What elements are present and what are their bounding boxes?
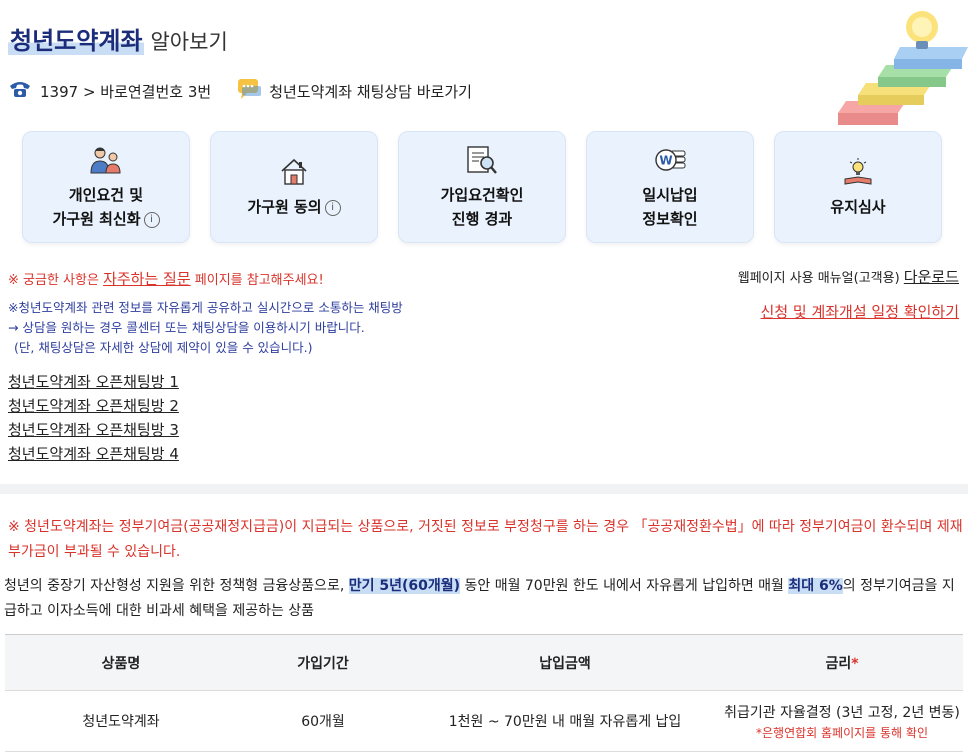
col-header-rate-label: 금리 <box>825 655 852 672</box>
chat-consult-link[interactable]: 청년도약계좌 채팅상담 바로가기 <box>237 78 472 104</box>
card-label-line2: 진행 경과 <box>451 210 513 228</box>
contact-bar: 1397 > 바로연결번호 3번 청년도약계좌 채팅상담 바로가기 <box>8 78 498 104</box>
fraud-warning: ※ 청년도약계좌는 정부기여금(공공재정지급금)이 지급되는 상품으로, 거짓된… <box>8 519 963 560</box>
card-label-line1: 가구원 동의 <box>247 198 322 216</box>
card-eligibility-progress[interactable]: 가입요건확인진행 경과 <box>398 131 566 243</box>
manual-download-link[interactable]: 다운로드 <box>904 268 959 286</box>
menu-cards: 개인요건 및 가구원 최신화 i 가구원 동의 i 가입요건확인 진행 경과 W 일시납… <box>22 131 942 243</box>
col-header-rate: 금리* <box>721 634 963 691</box>
info-icon[interactable]: i <box>143 211 160 228</box>
faq-suffix: 페이지를 참고해주세요! <box>190 273 324 288</box>
open-chat-link-1[interactable]: 청년도약계좌 오픈채팅방 1 <box>8 370 179 394</box>
document-search-icon <box>465 143 499 177</box>
open-chat-link-3[interactable]: 청년도약계좌 오픈채팅방 3 <box>8 418 179 442</box>
card-label-line1: 유지심사 <box>830 198 886 216</box>
info-icon[interactable]: i <box>324 199 341 216</box>
stairs-lightbulb-illustration <box>828 5 968 133</box>
cell-rate-text: 취급기관 자율결정 (3년 고정, 2년 변동) <box>724 704 960 721</box>
faq-prefix: ※ 궁금한 사항은 <box>8 273 104 288</box>
table-header-row: 상품명 가입기간 납입금액 금리* <box>5 634 963 691</box>
family-icon <box>89 143 123 177</box>
card-lump-sum-info[interactable]: W 일시납입정보확인 <box>586 131 754 243</box>
phone-icon <box>8 80 32 102</box>
col-header-amount: 납입금액 <box>409 634 721 691</box>
card-label-line1: 개인요건 및 <box>68 186 144 204</box>
card-label-line2: 정보확인 <box>642 210 698 228</box>
col-header-period: 가입기간 <box>237 634 409 691</box>
card-personal-info-update[interactable]: 개인요건 및가구원 최신화 i <box>22 131 190 243</box>
open-chat-link-2[interactable]: 청년도약계좌 오픈채팅방 2 <box>8 394 179 418</box>
product-description: 청년의 중장기 자산형성 지원을 위한 정책형 금융상품으로, 만기 5년(60… <box>4 574 964 624</box>
card-label-line1: 가입요건확인 <box>440 186 524 204</box>
cell-rate: 취급기관 자율결정 (3년 고정, 2년 변동) *은행연합회 홈페이지를 통해 … <box>721 690 963 752</box>
table-row: 청년도약계좌 60개월 1천원 ~ 70만원 내 매월 자유롭게 납입 취급기관… <box>5 690 963 752</box>
chat-notice: ※청년도약계좌 관련 정보를 자유롭게 공유하고 실시간으로 소통하는 채팅방 … <box>8 298 403 358</box>
cell-amount: 1천원 ~ 70만원 내 매월 자유롭게 납입 <box>409 690 721 752</box>
svg-text:W: W <box>659 154 672 168</box>
required-mark: * <box>851 655 859 672</box>
faq-link[interactable]: 자주하는 질문 <box>103 270 191 288</box>
phone-text: 1397 > 바로연결번호 3번 <box>40 82 212 101</box>
chat-notice-line3: (단, 채팅상담은 자세한 상담에 제약이 있을 수 있습니다.) <box>14 340 313 355</box>
phone-contact: 1397 > 바로연결번호 3번 <box>8 80 211 102</box>
col-header-name: 상품명 <box>5 634 237 691</box>
open-chat-link-4[interactable]: 청년도약계좌 오픈채팅방 4 <box>8 442 179 466</box>
faq-notice: ※ 궁금한 사항은 자주하는 질문 페이지를 참고해주세요! <box>8 268 324 289</box>
desc-part1: 청년의 중장기 자산형성 지원을 위한 정책형 금융상품으로, <box>4 578 349 594</box>
chat-bubble-icon <box>237 78 263 104</box>
open-chat-links: 청년도약계좌 오픈채팅방 1 청년도약계좌 오픈채팅방 2 청년도약계좌 오픈채… <box>8 370 179 466</box>
card-maintenance-review[interactable]: 유지심사 <box>774 131 942 243</box>
won-coin-icon: W <box>653 143 687 177</box>
page-title: 청년도약계좌 알아보기 <box>8 24 228 59</box>
card-household-consent[interactable]: 가구원 동의 i <box>210 131 378 243</box>
page-title-rest: 알아보기 <box>150 30 228 54</box>
house-icon <box>279 155 309 189</box>
cell-period: 60개월 <box>237 690 409 752</box>
card-label-line1: 일시납입 <box>642 186 698 204</box>
card-label-line2: 가구원 최신화 <box>52 210 141 228</box>
schedule-link[interactable]: 신청 및 계좌개설 일정 확인하기 <box>761 301 959 322</box>
desc-highlight-term: 만기 5년(60개월) <box>348 578 461 594</box>
cell-name: 청년도약계좌 <box>5 690 237 752</box>
product-table: 상품명 가입기간 납입금액 금리* 청년도약계좌 60개월 1천원 ~ 70만원… <box>5 634 963 752</box>
desc-highlight-rate: 최대 6% <box>788 578 843 594</box>
page-title-strong: 청년도약계좌 <box>8 27 145 55</box>
cell-rate-note: *은행연합회 홈페이지를 통해 확인 <box>755 725 928 740</box>
lightbulb-book-icon <box>841 155 875 189</box>
manual-download: 웹페이지 사용 매뉴얼(고객용) 다운로드 <box>738 266 959 287</box>
manual-prefix: 웹페이지 사용 매뉴얼(고객용) <box>737 271 904 286</box>
chat-notice-line2: → 상담을 원하는 경우 콜센터 또는 채팅상담을 이용하시기 바랍니다. <box>8 320 365 335</box>
chat-consult-text: 청년도약계좌 채팅상담 바로가기 <box>269 82 472 101</box>
chat-notice-line1: ※청년도약계좌 관련 정보를 자유롭게 공유하고 실시간으로 소통하는 채팅방 <box>8 300 403 315</box>
desc-part2: 동안 매월 70만원 한도 내에서 자유롭게 납입하면 매월 <box>460 578 789 594</box>
section-divider <box>0 484 968 494</box>
